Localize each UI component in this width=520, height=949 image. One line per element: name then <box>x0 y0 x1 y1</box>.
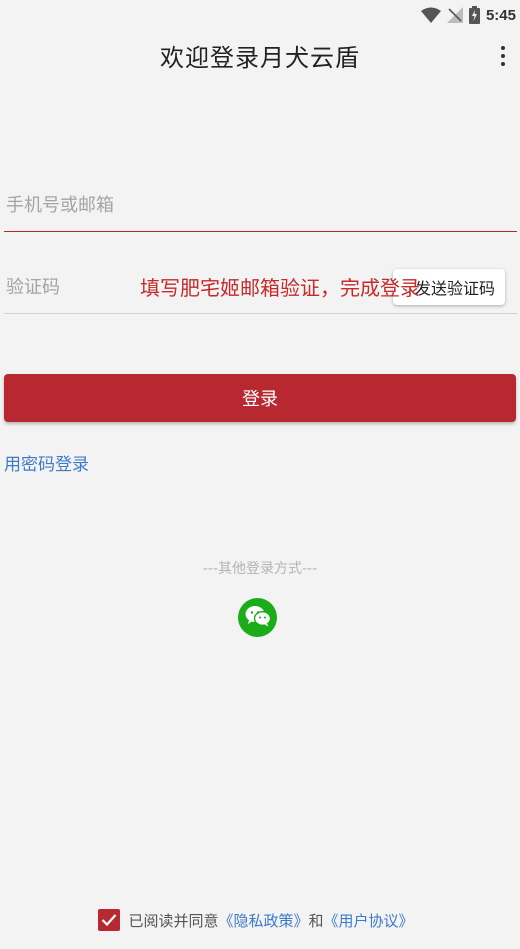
more-vertical-icon[interactable] <box>498 46 508 66</box>
wechat-icon <box>245 605 271 631</box>
user-agreement-link[interactable]: 《用户协议》 <box>324 910 414 931</box>
agreement-and: 和 <box>308 911 324 930</box>
app-header: 欢迎登录月犬云盾 <box>0 30 520 80</box>
password-login-link[interactable]: 用密码登录 <box>4 450 89 475</box>
verification-code-input[interactable] <box>4 262 394 313</box>
other-login-label: ---其他登录方式--- <box>202 561 318 577</box>
status-bar: 5:45 <box>0 0 520 30</box>
agreement-row: 已阅读并同意 《隐私政策》 和 《用户协议》 <box>0 907 520 933</box>
agreement-checkbox[interactable] <box>98 909 121 931</box>
login-button[interactable]: 登录 <box>4 374 516 422</box>
battery-charging-icon <box>468 6 480 24</box>
page-title: 欢迎登录月犬云盾 <box>160 43 360 72</box>
phone-email-input[interactable] <box>4 180 517 231</box>
verification-code-field: 发送验证码 <box>4 262 517 314</box>
no-signal-icon <box>446 7 463 23</box>
phone-email-field <box>4 180 517 232</box>
privacy-policy-link[interactable]: 《隐私政策》 <box>218 910 308 931</box>
wechat-login-button[interactable] <box>238 598 277 637</box>
send-code-button[interactable]: 发送验证码 <box>393 269 505 305</box>
wifi-icon <box>420 7 441 23</box>
agreement-prefix: 已阅读并同意 <box>128 911 219 930</box>
status-time: 5:45 <box>485 6 516 24</box>
